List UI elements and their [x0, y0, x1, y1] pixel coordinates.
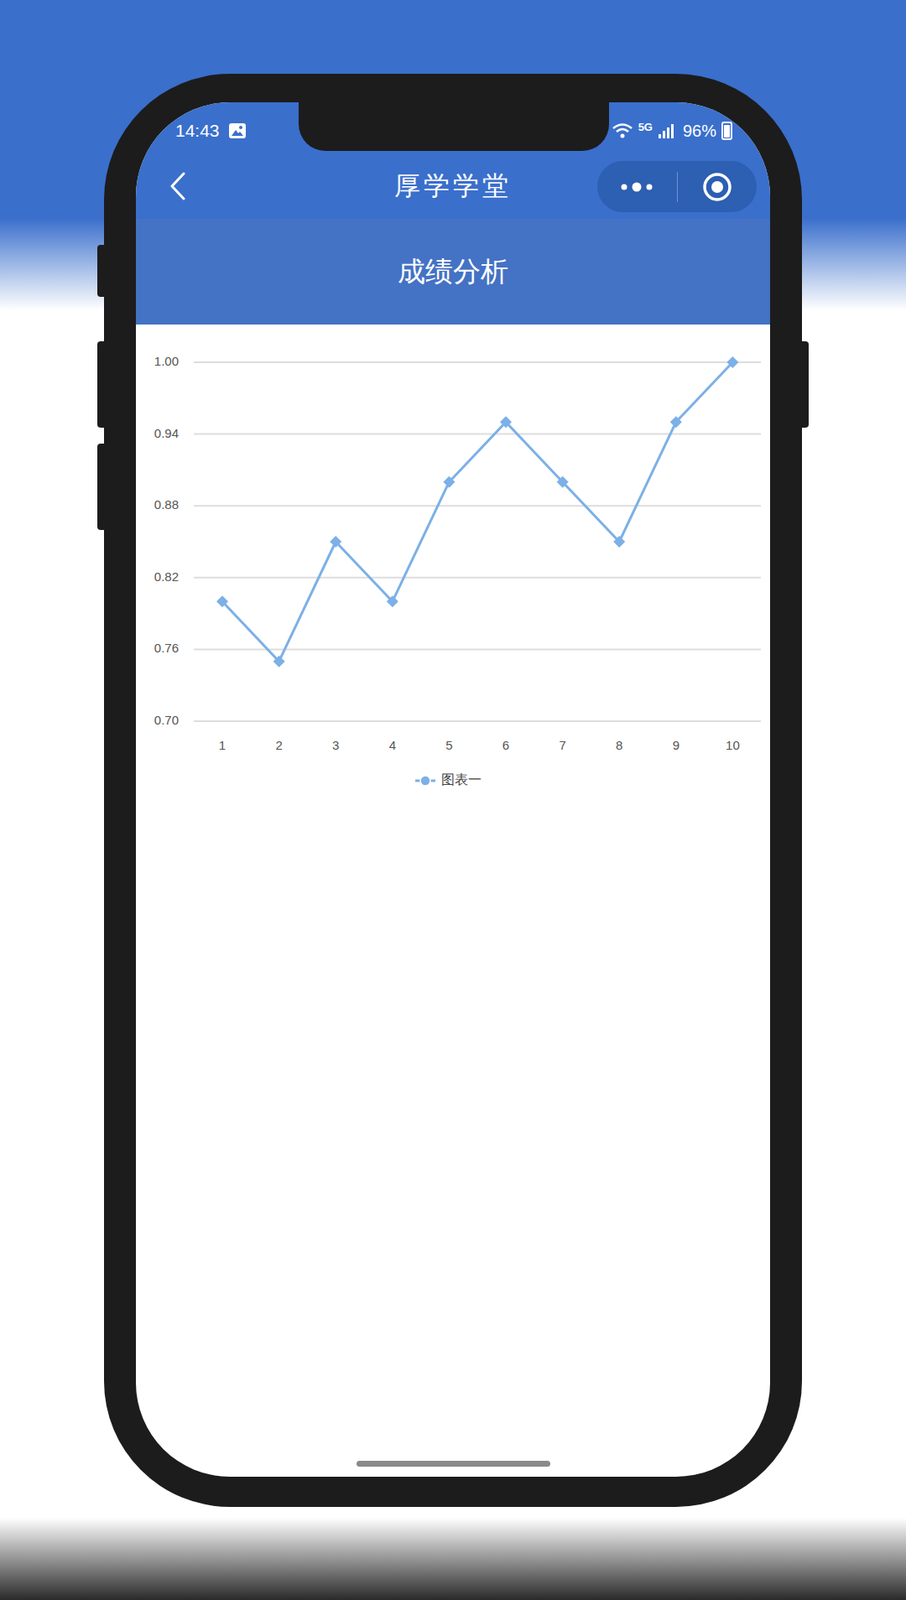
series-line	[222, 362, 733, 662]
x-tick-label: 1	[218, 738, 226, 753]
capsule-menu	[597, 161, 757, 213]
x-tick-label: 9	[672, 738, 680, 753]
data-point[interactable]	[726, 356, 739, 369]
more-dots-icon	[619, 181, 654, 193]
x-tick-label: 5	[445, 738, 453, 753]
network-type: 5G	[638, 121, 653, 133]
page-title: 成绩分析	[397, 250, 509, 293]
data-point[interactable]	[216, 595, 229, 608]
x-tick-label: 2	[275, 738, 282, 753]
page-header: 成绩分析	[135, 218, 771, 325]
y-tick-label: 0.88	[154, 497, 179, 512]
data-point[interactable]	[442, 476, 455, 489]
data-point[interactable]	[273, 656, 286, 668]
data-point[interactable]	[386, 595, 399, 608]
data-point[interactable]	[499, 416, 512, 428]
image-icon	[228, 122, 247, 140]
chart-series: 图表一	[216, 356, 739, 787]
y-tick: 0.76	[154, 640, 761, 656]
data-point[interactable]	[613, 536, 625, 548]
back-button[interactable]	[161, 169, 195, 204]
chart-legend[interactable]: 图表一	[415, 772, 482, 787]
app-title: 厚学学堂	[394, 166, 512, 207]
battery-fill	[723, 124, 730, 138]
data-point[interactable]	[557, 476, 569, 489]
status-time: 14:43	[175, 117, 220, 145]
phone-frame: 14:43 5G 96% 厚学学堂成绩分析 1.00 0.94 0.88 0.82 0.76 0.…	[104, 73, 802, 1508]
x-tick-label: 7	[558, 738, 566, 753]
y-tick-label: 0.70	[154, 713, 179, 728]
legend-label: 图表一	[441, 772, 482, 787]
y-tick: 1.00	[154, 354, 761, 369]
y-tick-label: 0.94	[154, 426, 179, 441]
y-tick: 0.82	[154, 569, 761, 584]
x-tick-label: 10	[725, 738, 740, 753]
wifi-icon	[611, 122, 634, 140]
target-icon	[702, 171, 733, 203]
battery-icon	[721, 121, 733, 141]
y-tick-label: 0.82	[154, 569, 179, 584]
side-button	[97, 443, 105, 531]
phone-screen: 14:43 5G 96% 厚学学堂成绩分析 1.00 0.94 0.88 0.82 0.76 0.…	[135, 102, 771, 1478]
data-point[interactable]	[670, 416, 683, 428]
data-point[interactable]	[329, 536, 342, 548]
close-button[interactable]	[677, 161, 758, 213]
x-tick-label: 3	[332, 738, 339, 753]
y-tick-label: 0.76	[154, 640, 179, 656]
battery-percent: 96%	[682, 118, 717, 144]
score-line-chart: 1.00 0.94 0.88 0.82 0.76 0.70 1 2 3 4 5 6 7 8 9 10 图表一	[135, 335, 771, 806]
side-button	[801, 341, 809, 428]
signal-icon	[657, 122, 677, 140]
side-button	[97, 244, 105, 297]
y-tick-label: 1.00	[154, 354, 179, 369]
y-tick: 0.70	[154, 713, 761, 728]
nav-bar: 厚学学堂	[135, 154, 771, 219]
x-tick-label: 8	[615, 738, 623, 753]
side-button	[97, 341, 105, 428]
x-tick-label: 4	[389, 738, 396, 753]
y-tick: 0.88	[154, 497, 761, 512]
more-button[interactable]	[597, 161, 677, 213]
legend-marker-icon	[420, 775, 431, 787]
home-indicator	[356, 1461, 551, 1468]
chevron-left-icon	[169, 171, 187, 201]
x-tick-label: 6	[502, 738, 510, 753]
page-background: 14:43 5G 96% 厚学学堂成绩分析 1.00 0.94 0.88 0.82 0.76 0.…	[0, 0, 906, 1600]
notch	[298, 102, 610, 151]
